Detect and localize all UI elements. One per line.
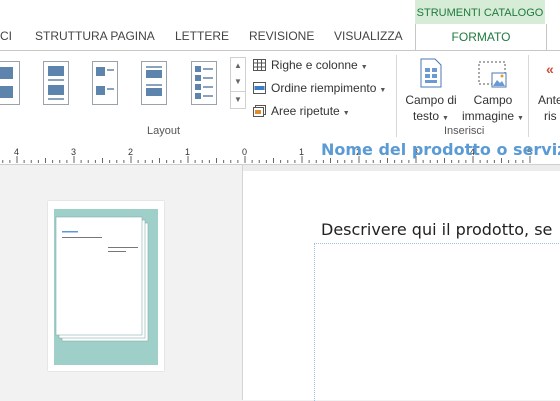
layout-group-label: Layout (147, 125, 181, 137)
product-title[interactable]: Nome del prodotto o servizio (321, 140, 560, 159)
repeat-areas-label: Aree ripetute (271, 104, 340, 118)
image-field-label-line2: immagine (462, 109, 515, 123)
tab-lettere[interactable]: LETTERE (175, 29, 229, 43)
ruler-label: 3 (71, 147, 76, 157)
image-field-label-line1: Campo (473, 93, 513, 107)
dropdown-caret-icon: ▼ (342, 110, 350, 117)
ribbon: ▲ ▼ ▼ Righe e colonne ▼ Ordine riempiment… (0, 50, 560, 145)
dropdown-caret-icon: ▼ (379, 87, 387, 94)
preview-label-line1: Ante (538, 93, 560, 107)
tab-revisione[interactable]: REVISIONE (249, 29, 314, 43)
page-thumbnail-preview (54, 209, 158, 365)
dropdown-caret-icon: ▼ (360, 64, 368, 71)
gallery-scroller[interactable]: ▲ ▼ ▼ (230, 57, 246, 109)
insert-group-label: Inserisci (444, 125, 485, 137)
ruler-label: 1 (299, 147, 304, 157)
text-field-button[interactable]: Campo di testo ▼ (400, 55, 462, 125)
tab-formato[interactable]: FORMATO (415, 24, 547, 51)
ruler-label: 0 (242, 147, 247, 157)
gallery-more-icon[interactable]: ▼ (231, 91, 245, 108)
preview-label-line2: ris (544, 109, 557, 123)
layout-gallery-item[interactable] (191, 61, 217, 105)
table-grid-icon (253, 59, 266, 71)
layout-gallery-item[interactable] (92, 61, 118, 105)
catalog-text-frame[interactable] (314, 243, 560, 401)
tab-visualizza[interactable]: VISUALIZZA (334, 29, 403, 43)
group-divider (528, 55, 529, 137)
tab-struttura-pagina[interactable]: STRUTTURA PAGINA (35, 29, 155, 43)
dropdown-caret-icon: ▼ (442, 115, 449, 122)
preview-arrows-icon: « (546, 61, 554, 77)
dropdown-caret-icon: ▼ (517, 115, 524, 122)
ruler-label: 1 (185, 147, 190, 157)
contextual-tab-header: STRUMENTI CATALOGO (415, 0, 545, 24)
layout-gallery-item[interactable] (43, 61, 69, 105)
repeat-areas-icon (253, 105, 266, 117)
preview-button[interactable]: « Ante ris (532, 55, 560, 125)
ruler-label: 4 (14, 147, 19, 157)
group-divider (396, 55, 397, 137)
layout-gallery-item[interactable] (141, 61, 167, 105)
product-description[interactable]: Descrivere qui il prodotto, se (321, 220, 552, 239)
scroll-down-icon[interactable]: ▼ (231, 74, 245, 90)
workspace (0, 165, 560, 401)
tab-partial[interactable]: CI (0, 29, 12, 43)
text-field-label-line2: testo (413, 109, 440, 123)
image-field-icon (478, 61, 507, 88)
image-field-button[interactable]: Campo immagine ▼ (462, 55, 524, 125)
rows-columns-label: Righe e colonne (271, 58, 358, 72)
ruler-label: 2 (128, 147, 133, 157)
scroll-up-icon[interactable]: ▲ (231, 58, 245, 74)
text-field-label-line1: Campo di (405, 93, 457, 107)
page-thumbnail[interactable] (48, 201, 164, 371)
fill-order-label: Ordine riempimento (271, 81, 377, 95)
layout-gallery-item[interactable] (0, 61, 20, 105)
text-field-icon (420, 58, 442, 88)
ribbon-tab-bar: CI STRUTTURA PAGINA LETTERE REVISIONE VI… (0, 0, 560, 51)
fill-order-icon (253, 82, 266, 94)
pages-navigation-panel (0, 165, 243, 400)
